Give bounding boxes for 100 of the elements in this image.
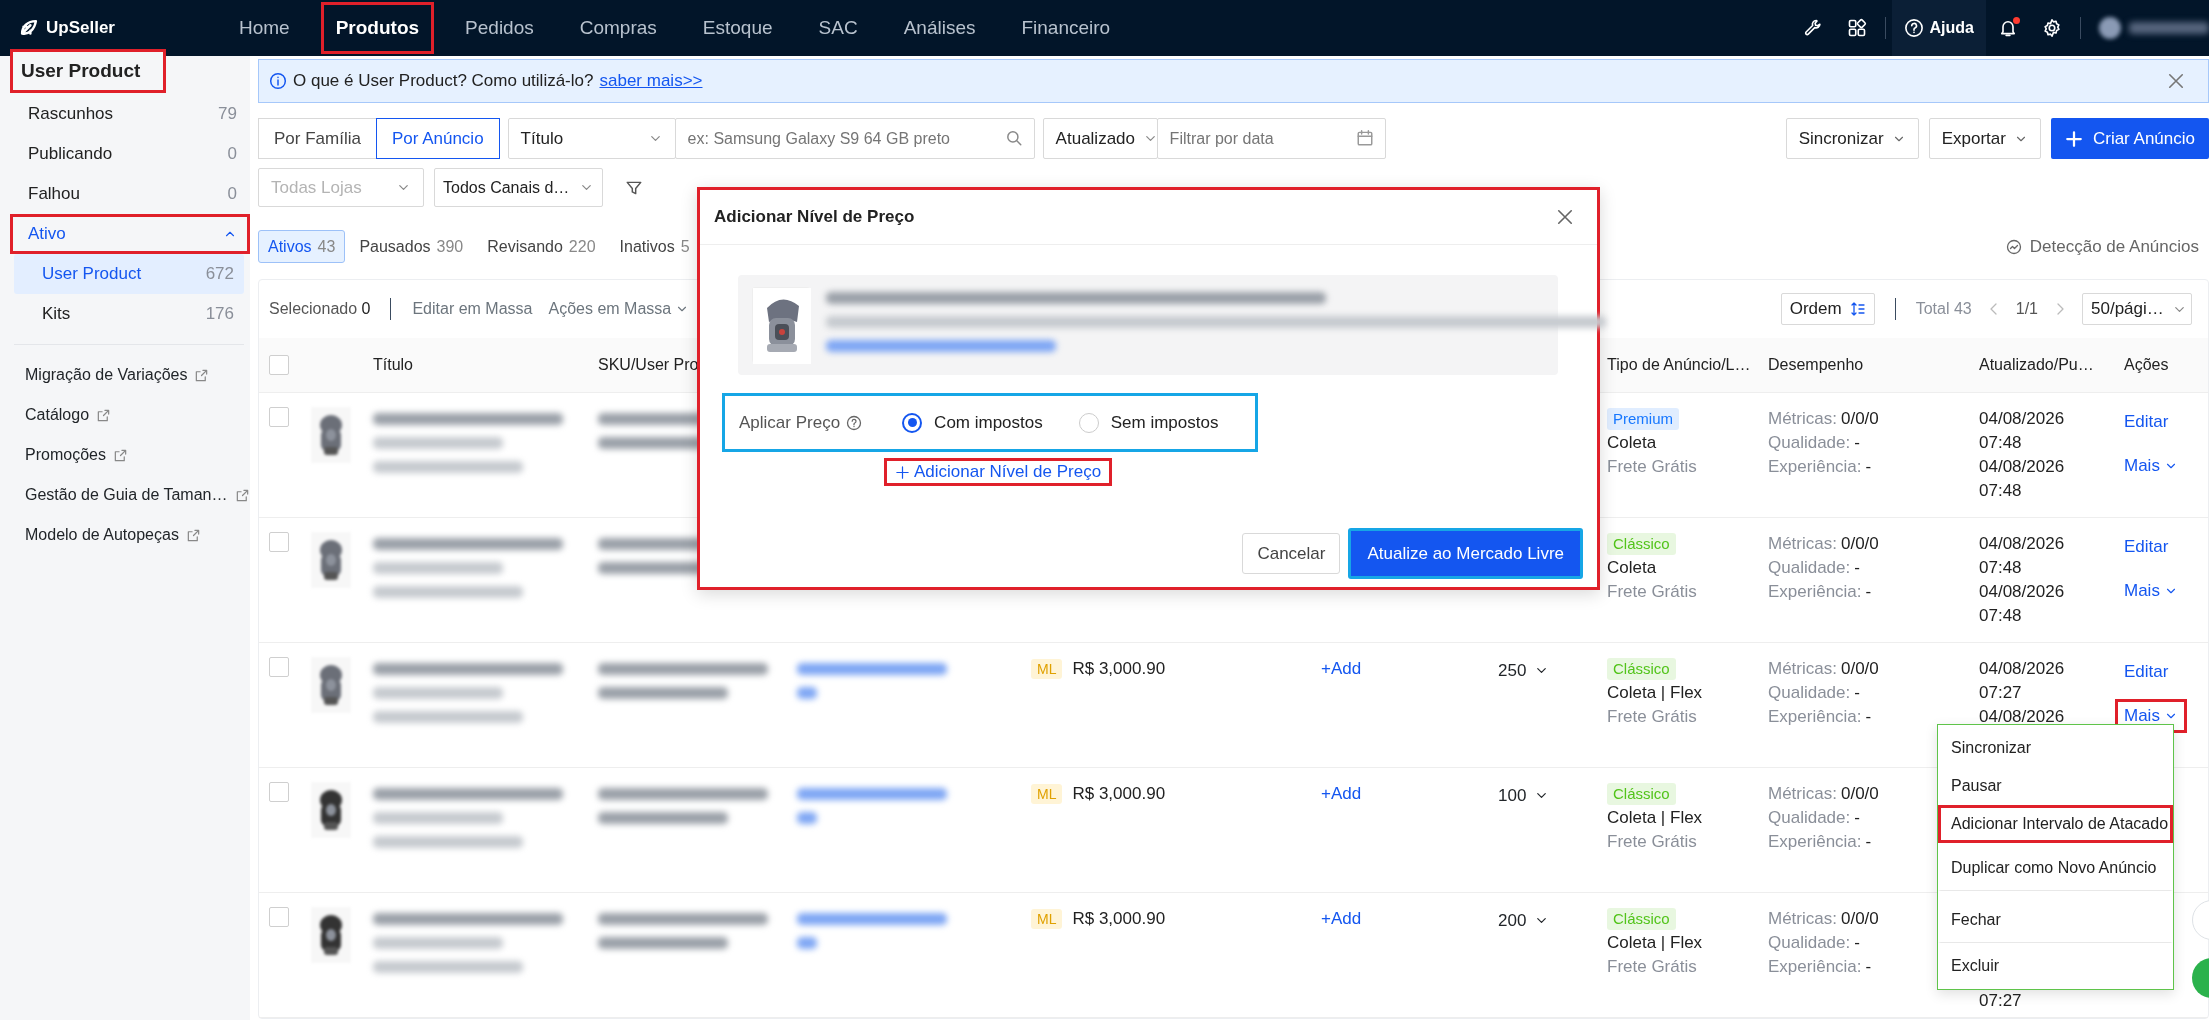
sidebar-item[interactable]: Falhou 0 [10,174,250,214]
date-field[interactable]: Filtrar por data [1156,118,1386,159]
item-count: 79 [218,103,237,126]
metric-value: 0/0/0 [1840,408,1879,430]
metric-label: Experiência: [1768,831,1862,853]
action-link[interactable]: Editar [2121,657,2172,687]
date-text: 07:27 [1979,990,2023,1012]
add-wholesale-link[interactable]: +Add [1321,659,1362,678]
action-link[interactable]: Mais [2115,449,2187,483]
sort-button[interactable]: Ordem [1780,293,1875,325]
nav-tab[interactable]: Compras [564,2,672,54]
select-all-checkbox[interactable] [269,355,289,375]
sidebar-item[interactable]: Ativo [10,214,250,254]
external-link-icon [185,527,201,543]
sidebar-link[interactable]: Modelo de Autopeças [10,515,250,555]
nav-tab[interactable]: SAC [803,2,873,54]
learn-more-link[interactable]: saber mais>> [599,68,703,94]
sidebar-item[interactable]: Rascunhos 79 [10,94,250,134]
blurred-text [797,687,817,699]
date-text: 04/08/2026 [1979,408,2066,430]
radio-button[interactable] [902,412,923,433]
channel-select[interactable]: Todos Canais d… [434,168,603,207]
status-tab[interactable]: Ativos 43 [258,230,346,263]
plus-icon [2064,129,2083,148]
external-link-icon [234,487,250,503]
bulk-actions-button[interactable]: Ações em Massa [547,296,691,322]
row-checkbox[interactable] [269,657,289,677]
detection-link[interactable]: Detecção de Anúncios [2005,233,2199,260]
date-type-select[interactable]: Atualizado [1042,118,1158,159]
menu-item[interactable]: Adicionar Intervalo de Atacado [1938,805,2173,843]
sidebar-link[interactable]: Migração de Variações [10,355,250,395]
submit-button[interactable]: Atualize ao Mercado Livre [1348,528,1583,579]
column-header: Atualizado/Pu… [1979,355,2095,375]
nav-tab[interactable]: Análises [888,2,991,54]
cancel-button[interactable]: Cancelar [1242,533,1341,574]
nav-tab[interactable]: Financeiro [1006,2,1126,54]
help-button[interactable]: Ajuda [1891,0,1986,56]
metric-label: Experiência: [1768,456,1862,478]
mode-tab[interactable]: Por Anúncio [375,118,500,159]
page-size-select[interactable]: 50/pági… [2082,293,2192,325]
price-text: R$ 3,000.90 [1072,659,1166,678]
channel-tag: ML [1031,909,1063,929]
row-checkbox[interactable] [269,407,289,427]
metric-value: - [1865,956,1872,978]
dropdown-button[interactable]: Exportar [1928,118,2041,159]
nav-tab[interactable]: Produtos [320,2,435,54]
nav-tab[interactable]: Pedidos [450,2,549,54]
row-checkbox[interactable] [269,782,289,802]
action-link[interactable]: Editar [2121,532,2172,562]
row-checkbox[interactable] [269,532,289,552]
stock-select[interactable]: 250 [1497,657,1551,685]
metric-value: - [1854,557,1860,579]
status-tab[interactable]: Inativos 5 [609,230,700,263]
nav-tab[interactable]: Home [224,2,305,54]
status-tab[interactable]: Revisando 220 [477,230,606,263]
add-price-level-link[interactable]: Adicionar Nível de Preço [884,458,1113,486]
sidebar-label: User Product [42,263,142,286]
option-label: Sem impostos [1110,411,1219,434]
row-checkbox[interactable] [269,907,289,927]
metric-value: - [1854,682,1860,704]
sidebar-link[interactable]: Promoções [10,435,250,475]
sidebar-item[interactable]: Publicando 0 [10,134,250,174]
listing-type-tag: Clássico [1607,783,1676,805]
menu-item[interactable]: Pausar [1938,767,2173,805]
mode-tab[interactable]: Por Família [258,118,377,159]
close-icon[interactable] [1555,207,1575,227]
item-count: 0 [227,143,237,166]
date-text: 04/08/2026 [1979,658,2066,680]
sidebar-link[interactable]: Catálogo [10,395,250,435]
shipping-text: Frete Grátis [1607,581,1698,603]
blurred-text [797,812,817,824]
add-wholesale-link[interactable]: +Add [1321,909,1362,928]
help-icon [1903,18,1924,38]
create-button[interactable]: Criar Anúncio [2050,118,2209,159]
metric-label: Métricas: [1768,533,1837,555]
column-header: SKU/User Pro [598,355,700,375]
sidebar-subitem[interactable]: User Product 672 [14,254,244,294]
avatar[interactable] [2099,17,2121,39]
status-tab[interactable]: Pausados 390 [349,230,474,263]
metric-label: Experiência: [1768,706,1862,728]
action-link[interactable]: Mais [2115,574,2187,608]
stock-select[interactable]: 100 [1497,782,1551,810]
shipping-text: Frete Grátis [1607,706,1698,728]
add-wholesale-link[interactable]: +Add [1321,784,1362,803]
bulk-edit-button[interactable]: Editar em Massa [411,296,534,322]
plus-icon [895,464,910,480]
column-header: Tipo de Anúncio/L… [1607,355,1752,375]
sidebar-link[interactable]: Gestão de Guia de Taman… [10,475,250,515]
search-field[interactable]: ex: Samsung Galaxy S9 64 GB preto [674,118,1035,159]
sidebar-title: User Product [10,49,166,93]
metric-label: Experiência: [1768,581,1862,603]
nav-tab[interactable]: Estoque [687,2,788,54]
stock-select[interactable]: 200 [1497,907,1551,935]
dropdown-button[interactable]: Sincronizar [1785,118,1919,159]
action-link[interactable]: Editar [2121,407,2172,437]
menu-item[interactable]: Duplicar como Novo Anúncio [1938,843,2173,891]
menu-item[interactable]: Fechar [1938,895,2173,943]
sidebar-subitem[interactable]: Kits 176 [14,294,244,334]
menu-item[interactable]: Excluir [1938,947,2173,985]
field-select[interactable]: Título [507,118,676,159]
